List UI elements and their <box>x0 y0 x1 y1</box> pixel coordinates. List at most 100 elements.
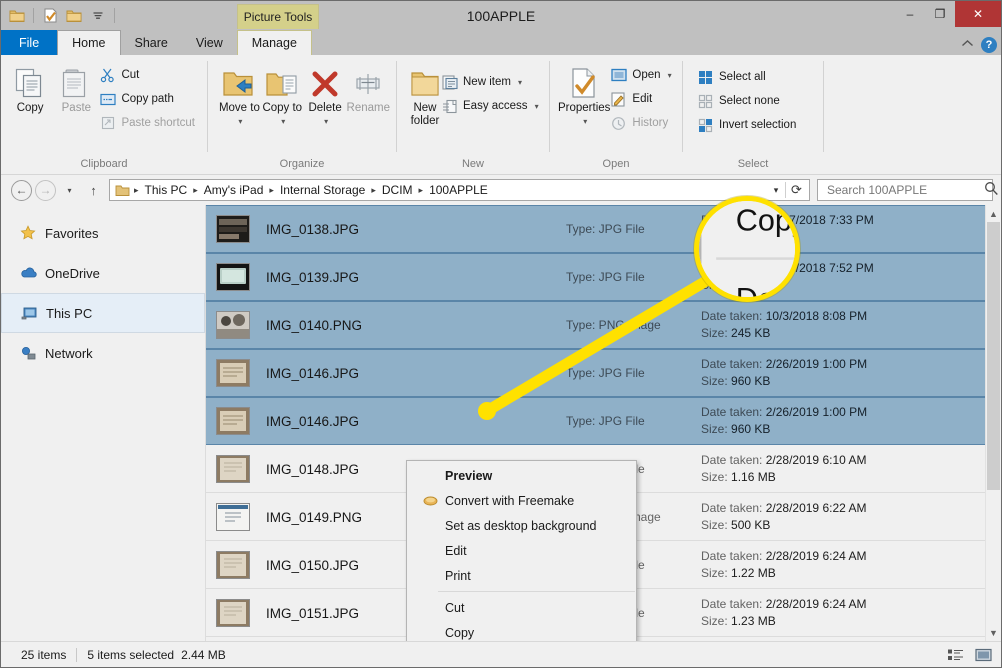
size-value: 500 KB <box>731 518 770 532</box>
ribbon-delete-button[interactable]: Delete ▾ <box>304 61 347 128</box>
context-menu-item-convert-with-freemake[interactable]: Convert with Freemake <box>407 488 636 513</box>
address-dropdown-chevron-icon[interactable]: ▾ <box>767 185 785 196</box>
context-menu-item-print[interactable]: Print <box>407 563 636 588</box>
tab-home[interactable]: Home <box>57 30 120 55</box>
file-thumbnail <box>216 311 250 339</box>
ribbon-new-folder-button[interactable]: New folder <box>409 61 441 128</box>
tab-share[interactable]: Share <box>121 30 182 55</box>
maximize-button[interactable]: ❐ <box>925 1 955 27</box>
breadcrumb-item-amys-ipad[interactable]: Amy's iPad <box>200 183 268 197</box>
file-thumbnail <box>216 455 250 483</box>
ribbon-edit-button[interactable]: Edit <box>610 88 677 110</box>
ribbon-cut-button[interactable]: Cut <box>99 64 201 86</box>
ribbon-paste-shortcut-button[interactable]: Paste shortcut <box>99 112 201 134</box>
ribbon-history-button[interactable]: History <box>610 112 677 134</box>
context-menu-label: Preview <box>443 469 492 483</box>
ribbon-invert-selection-button[interactable]: Invert selection <box>697 114 802 136</box>
breadcrumb-item-dcim[interactable]: DCIM <box>378 183 417 197</box>
chevron-down-icon[interactable]: ▾ <box>518 78 522 87</box>
ribbon-move-to-button[interactable]: Move to ▾ <box>218 61 261 128</box>
minimize-button[interactable]: – <box>895 1 925 27</box>
table-row[interactable]: IMG_0146.JPG Type: JPG File Date taken: … <box>206 349 1001 397</box>
ribbon-copy-button[interactable]: Copy <box>7 61 53 115</box>
table-row[interactable]: IMG_0138.JPG Type: JPG File Date taken: … <box>206 205 1001 253</box>
context-menu-item-edit[interactable]: Edit <box>407 538 636 563</box>
help-icon[interactable]: ? <box>981 37 997 53</box>
context-menu-item-preview[interactable]: Preview <box>407 463 636 488</box>
window-title: 100APPLE <box>1 1 1001 30</box>
scrollbar-thumb[interactable] <box>987 222 1000 490</box>
breadcrumb-separator: ▸ <box>191 185 200 196</box>
forward-arrow-icon[interactable]: → <box>35 180 56 201</box>
paste-shortcut-icon <box>99 116 116 130</box>
ribbon-easy-access-button[interactable]: Easy access ▾ <box>441 95 545 117</box>
ribbon-select-none-button[interactable]: Select none <box>697 90 802 112</box>
chevron-up-icon[interactable] <box>961 39 974 51</box>
context-menu-item-set-as-desktop-background[interactable]: Set as desktop background <box>407 513 636 538</box>
context-menu-label: Edit <box>443 544 467 558</box>
context-menu[interactable]: Preview Convert with Freemake Set as des… <box>406 460 637 641</box>
ribbon-copy-path-button[interactable]: Copy path <box>99 88 201 110</box>
context-menu-item-copy[interactable]: Copy <box>407 620 636 641</box>
large-icons-view-icon[interactable] <box>973 646 993 664</box>
sidebar-item-onedrive[interactable]: OneDrive <box>1 253 205 293</box>
file-thumbnail <box>216 503 250 531</box>
star-icon <box>19 224 37 242</box>
search-box[interactable] <box>817 179 993 201</box>
history-icon <box>610 116 627 131</box>
vertical-scrollbar[interactable]: ▲ ▼ <box>985 205 1001 641</box>
table-row[interactable]: IMG_0146.JPG Type: JPG File Date taken: … <box>206 397 1001 445</box>
breadcrumb-item-internal-storage[interactable]: Internal Storage <box>276 183 369 197</box>
table-row[interactable]: IMG_0140.PNG Type: PNG image Date taken:… <box>206 301 1001 349</box>
status-bar: 25 items 5 items selected 2.44 MB <box>1 641 1001 667</box>
paste-icon <box>60 65 92 99</box>
back-arrow-icon[interactable]: ← <box>11 180 32 201</box>
recent-locations-chevron-icon[interactable]: ▾ <box>59 180 80 201</box>
chevron-down-icon[interactable]: ▾ <box>583 115 587 128</box>
up-arrow-icon[interactable]: ↑ <box>83 180 104 201</box>
breadcrumb-item-100apple[interactable]: 100APPLE <box>425 183 492 197</box>
ribbon-group-label-open: Open <box>550 156 682 172</box>
ribbon-new-item-button[interactable]: New item ▾ <box>441 71 545 93</box>
sidebar-item-favorites[interactable]: Favorites <box>1 213 205 253</box>
ribbon-open-button[interactable]: Open ▾ <box>610 64 677 86</box>
refresh-icon[interactable]: ⟳ <box>785 182 807 198</box>
ribbon-copy-to-button[interactable]: Copy to ▾ <box>261 61 304 128</box>
tab-view[interactable]: View <box>182 30 237 55</box>
chevron-down-icon[interactable]: ▾ <box>238 115 242 128</box>
scroll-up-arrow-icon[interactable]: ▲ <box>986 205 1001 222</box>
ribbon-cut-label: Cut <box>121 69 139 81</box>
ribbon-select-all-button[interactable]: Select all <box>697 66 802 88</box>
chevron-down-icon[interactable]: ▾ <box>281 115 285 128</box>
sidebar-item-network[interactable]: Network <box>1 333 205 373</box>
chevron-down-icon[interactable]: ▾ <box>535 102 539 111</box>
sidebar-item-this-pc[interactable]: This PC <box>1 293 205 333</box>
tab-file[interactable]: File <box>1 30 57 55</box>
navigation-pane: Favorites OneDrive This PC Network <box>1 205 206 641</box>
date-taken-value: 2/28/2019 6:10 AM <box>766 453 867 467</box>
close-button[interactable]: ✕ <box>955 1 1001 27</box>
rename-icon <box>352 65 384 99</box>
ribbon-paste-button[interactable]: Paste <box>53 61 99 115</box>
tab-manage[interactable]: Manage <box>237 30 312 55</box>
context-menu-item-cut[interactable]: Cut <box>407 595 636 620</box>
ribbon-properties-button[interactable]: Properties ▾ <box>558 61 610 128</box>
chevron-down-icon[interactable]: ▾ <box>668 71 672 80</box>
network-icon <box>19 344 37 362</box>
size-label: Size: <box>701 566 728 580</box>
table-row[interactable]: IMG_0139.JPG Type: JPG File Date taken: … <box>206 253 1001 301</box>
scroll-down-arrow-icon[interactable]: ▼ <box>986 624 1001 641</box>
address-bar[interactable]: ▸ This PC ▸ Amy's iPad ▸ Internal Storag… <box>109 179 810 201</box>
ribbon-rename-button[interactable]: Rename <box>347 61 390 115</box>
search-icon[interactable] <box>984 181 999 199</box>
file-type: Type: JPG File <box>566 270 701 284</box>
status-item-count: 25 items <box>7 648 66 662</box>
breadcrumb-item-this-pc[interactable]: This PC <box>141 183 192 197</box>
new-folder-icon <box>409 65 441 99</box>
magnified-item-delete: Delete <box>701 267 800 302</box>
delete-x-icon <box>310 65 340 99</box>
details-view-icon[interactable] <box>945 646 965 664</box>
file-thumbnail <box>216 551 250 579</box>
chevron-down-icon[interactable]: ▾ <box>324 115 328 128</box>
search-input[interactable] <box>825 182 984 198</box>
